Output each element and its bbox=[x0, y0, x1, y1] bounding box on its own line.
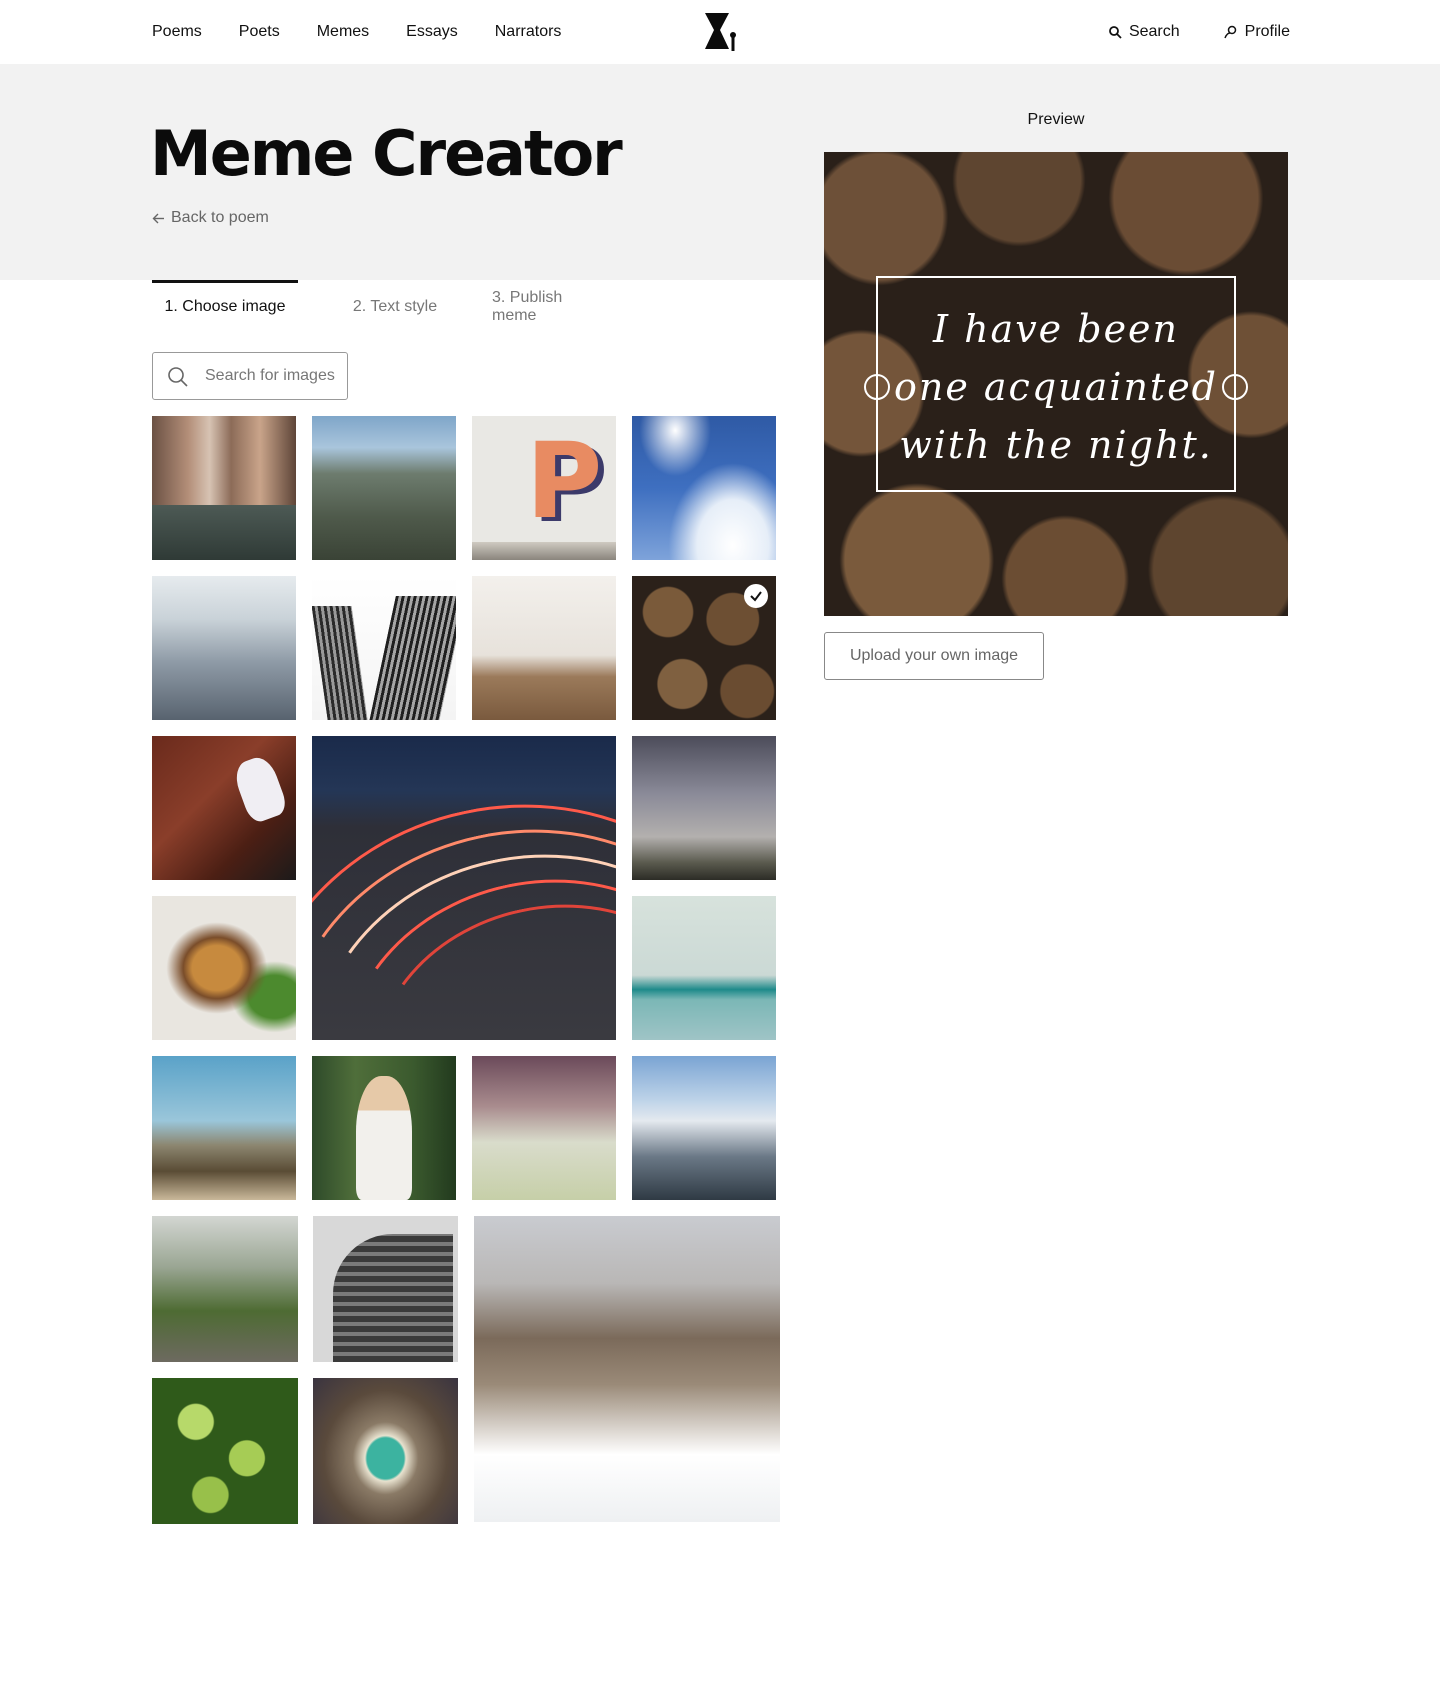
nav-link-poems[interactable]: Poems bbox=[152, 23, 202, 41]
thumbnail-frosted-forest[interactable] bbox=[152, 576, 296, 720]
page-title: Meme Creator bbox=[150, 117, 623, 190]
tab-publish-meme[interactable]: 3. Publish meme bbox=[492, 280, 610, 334]
nav-link-memes[interactable]: Memes bbox=[317, 23, 369, 41]
nav-link-poets[interactable]: Poets bbox=[239, 23, 280, 41]
back-to-poem-label: Back to poem bbox=[171, 209, 269, 226]
thumbnail-misty-forest[interactable] bbox=[472, 1056, 616, 1200]
arrow-left-icon bbox=[152, 213, 164, 223]
thumbnail-kitchen[interactable] bbox=[472, 576, 616, 720]
thumbnail-desert[interactable] bbox=[152, 1056, 296, 1200]
image-search-input[interactable] bbox=[205, 353, 345, 399]
preview-label: Preview bbox=[1027, 111, 1085, 128]
nav-actions: Search Profile bbox=[1108, 0, 1290, 64]
upload-image-button[interactable]: Upload your own image bbox=[824, 632, 1044, 680]
meme-text[interactable]: I have been one acquainted with the nigh… bbox=[878, 300, 1234, 474]
thumbnail-building[interactable] bbox=[313, 1216, 458, 1362]
nav-search-label: Search bbox=[1128, 23, 1180, 40]
back-to-poem-link[interactable]: Back to poem bbox=[152, 209, 269, 227]
thumbnail-aerial-lake[interactable] bbox=[313, 1378, 458, 1524]
thumbnail-towers[interactable] bbox=[312, 576, 456, 720]
tab-choose-image[interactable]: 1. Choose image bbox=[152, 280, 298, 334]
profile-icon bbox=[1223, 25, 1236, 39]
thumbnail-snowy-pines[interactable] bbox=[632, 1056, 776, 1200]
image-search-box bbox=[152, 352, 348, 400]
logo-icon[interactable] bbox=[704, 13, 736, 51]
thumbnail-surfer[interactable] bbox=[632, 896, 776, 1040]
nav-profile-button[interactable]: Profile bbox=[1223, 23, 1290, 41]
step-tabs: 1. Choose image 2. Text style 3. Publish… bbox=[152, 280, 610, 334]
primary-nav: Poems Poets Memes Essays Narrators bbox=[152, 0, 561, 64]
nav-link-narrators[interactable]: Narrators bbox=[495, 23, 562, 41]
top-nav: Poems Poets Memes Essays Narrators Searc… bbox=[0, 0, 1440, 64]
meme-preview-canvas: I have been one acquainted with the nigh… bbox=[824, 152, 1288, 616]
thumbnail-sky[interactable] bbox=[632, 416, 776, 560]
tab-text-style[interactable]: 2. Text style bbox=[298, 280, 492, 334]
check-icon bbox=[750, 591, 762, 602]
meme-text-frame[interactable]: I have been one acquainted with the nigh… bbox=[864, 276, 1248, 492]
thumbnail-fern[interactable] bbox=[152, 1378, 298, 1524]
letter-sign-text: P bbox=[526, 420, 603, 542]
thumbnail-food[interactable] bbox=[152, 896, 296, 1040]
search-icon bbox=[1109, 26, 1122, 39]
thumbnail-snowy-ridge[interactable] bbox=[474, 1216, 780, 1522]
thumbnail-shoe[interactable] bbox=[152, 736, 296, 880]
nav-link-essays[interactable]: Essays bbox=[406, 23, 458, 41]
magnifier-icon bbox=[168, 367, 188, 387]
thumbnail-clouds[interactable] bbox=[632, 736, 776, 880]
thumbnail-canal[interactable] bbox=[152, 416, 296, 560]
nav-search-button[interactable]: Search bbox=[1108, 23, 1180, 41]
nav-profile-label: Profile bbox=[1244, 23, 1290, 40]
thumbnail-light-trails[interactable] bbox=[312, 736, 616, 1040]
thumbnail-logs-selected[interactable] bbox=[632, 576, 776, 720]
thumbnail-girl-forest[interactable] bbox=[312, 1056, 456, 1200]
thumbnail-mountain[interactable] bbox=[312, 416, 456, 560]
thumbnail-letter-sign[interactable]: P bbox=[472, 416, 616, 560]
selected-check-badge bbox=[744, 584, 768, 608]
thumbnail-forest-path[interactable] bbox=[152, 1216, 298, 1362]
